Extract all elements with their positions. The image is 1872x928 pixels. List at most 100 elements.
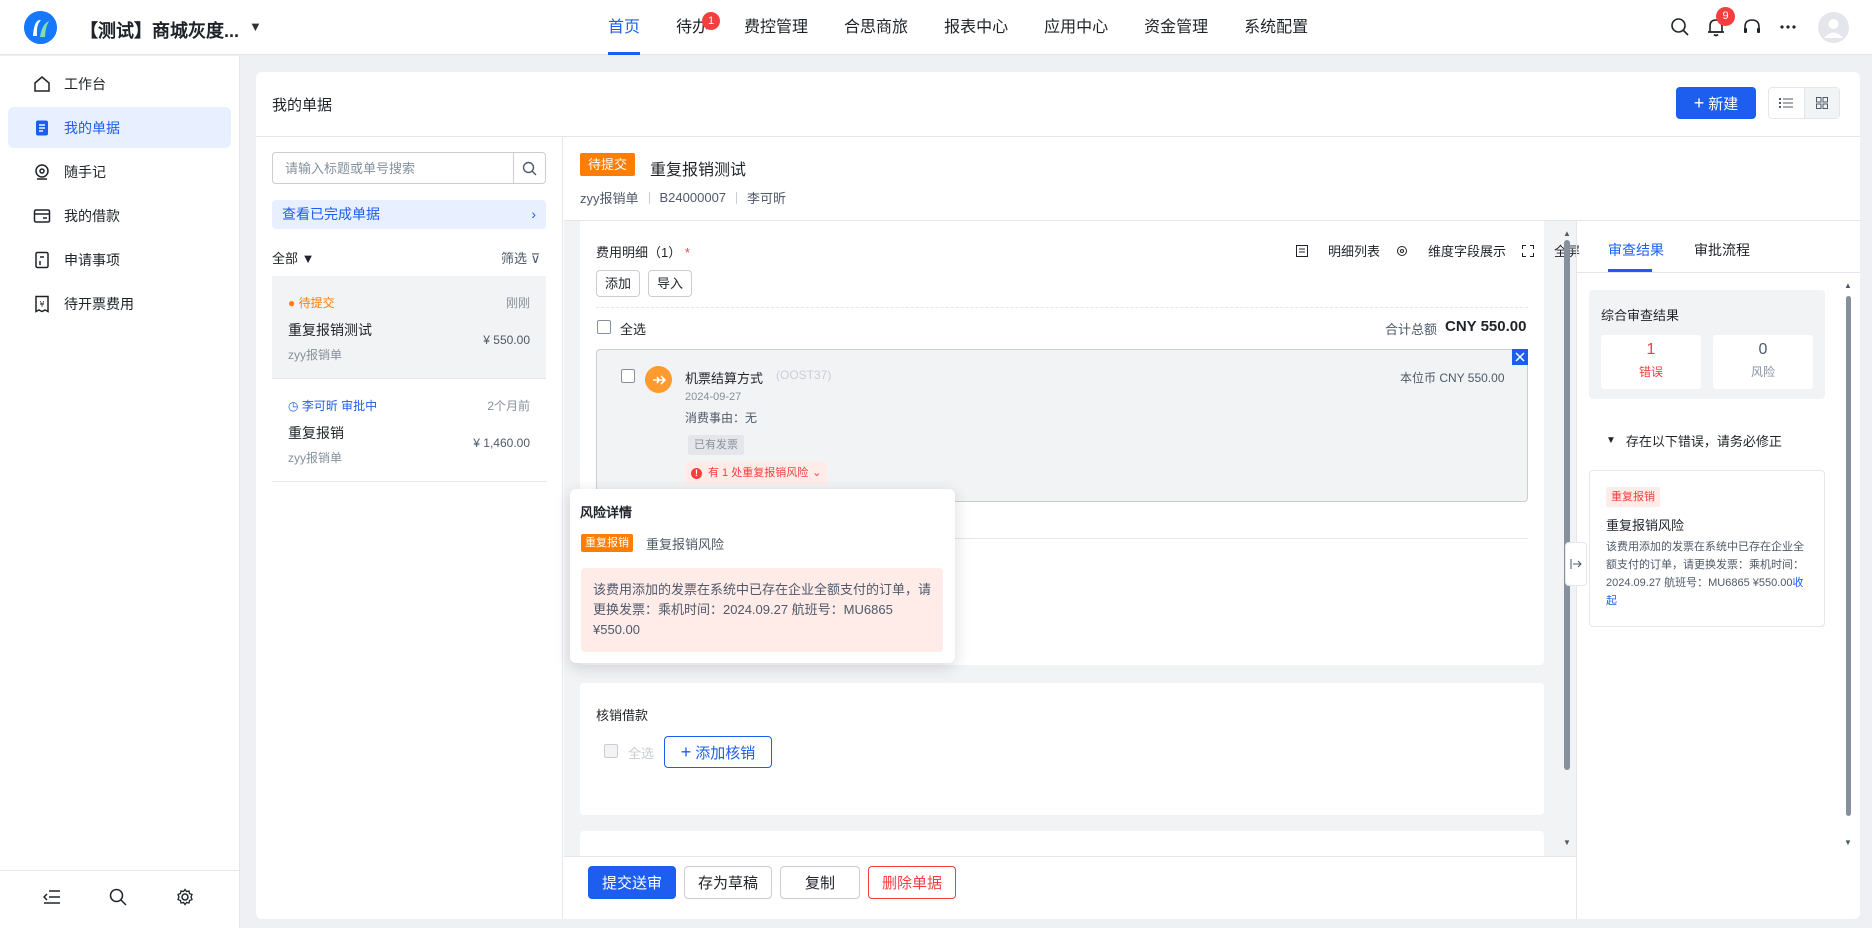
divider: [596, 307, 1528, 308]
sidebar-item-requests[interactable]: 申请事项: [8, 239, 231, 280]
list-item[interactable]: ● 待提交 刚刚 重复报销测试 ¥ 550.00 zyy报销单: [272, 276, 546, 379]
risk-label: 风险: [1750, 365, 1775, 379]
grid-view-icon[interactable]: [1803, 88, 1839, 118]
nav-apps[interactable]: 应用中心: [1044, 0, 1108, 55]
list-view-icon[interactable]: [1769, 88, 1804, 118]
import-expense-button[interactable]: 导入: [648, 270, 693, 297]
nav-todo[interactable]: 待办 1: [676, 0, 721, 55]
list-item-type: zyy报销单: [288, 348, 343, 362]
error-description: 该费用添加的发票在系统中已存在企业全额支付的订单，请更换发票：乘机时间：2024…: [1606, 541, 1804, 607]
sidebar-item-workbench[interactable]: 工作台: [8, 63, 231, 104]
scrollbar-thumb[interactable]: [1564, 240, 1570, 770]
plus-icon: +: [680, 741, 692, 762]
search-input[interactable]: [273, 153, 513, 183]
chevron-right-icon: ›: [531, 206, 536, 222]
new-button[interactable]: + 新建: [1676, 87, 1756, 119]
request-icon: [32, 250, 52, 270]
gear-icon: [1397, 245, 1408, 256]
next-section: [580, 831, 1544, 856]
loan-verify-label: 核销借款: [596, 708, 649, 723]
risk-count-box[interactable]: 0 风险: [1713, 335, 1813, 389]
fullscreen-button[interactable]: 全屏: [1522, 241, 1580, 260]
sidebar-item-label: 随手记: [64, 163, 106, 180]
settings-icon[interactable]: [176, 888, 194, 906]
caret-down-icon: ▼: [1606, 435, 1616, 446]
scroll-down-icon[interactable]: ▼: [1563, 838, 1571, 847]
document-owner: 李可昕: [747, 191, 787, 206]
risk-chip[interactable]: ! 有 1 处重复报销风险 ⌄: [685, 462, 828, 484]
verify-select-all-label: 全选: [628, 746, 655, 761]
page-title: 我的单据: [272, 97, 333, 114]
nav-reports[interactable]: 报表中心: [944, 0, 1008, 55]
scroll-down-icon[interactable]: ▼: [1844, 838, 1852, 847]
filter-button[interactable]: 筛选 ⊽: [501, 248, 540, 267]
add-expense-button[interactable]: 添加: [596, 270, 641, 297]
status-badge: 待提交: [580, 153, 636, 176]
nav-expense-control[interactable]: 费控管理: [744, 0, 808, 55]
list-item-type: zyy报销单: [288, 451, 343, 465]
save-draft-button[interactable]: 存为草稿: [684, 866, 772, 899]
list-icon: [1296, 244, 1308, 257]
more-icon[interactable]: [1776, 15, 1800, 39]
error-count-box[interactable]: 1 错误: [1601, 335, 1701, 389]
wallet-icon: [32, 206, 52, 226]
add-verify-button[interactable]: + 添加核销: [664, 736, 772, 768]
nav-home[interactable]: 首页: [608, 0, 641, 55]
sidebar-item-notes[interactable]: 随手记: [8, 151, 231, 192]
risk-count: 0: [1758, 341, 1768, 358]
panel-collapse-icon[interactable]: [1565, 542, 1587, 586]
nav-label: 费控管理: [744, 19, 809, 36]
headset-icon[interactable]: [1740, 15, 1764, 39]
sidebar-item-pending-invoices[interactable]: ¥ 待开票费用: [8, 283, 231, 324]
risk-tag: 重复报销: [581, 534, 633, 552]
list-item-title: 重复报销测试: [288, 322, 372, 338]
search-icon[interactable]: [1668, 15, 1692, 39]
copy-button[interactable]: 复制: [780, 866, 860, 899]
review-scrollbar-thumb[interactable]: [1846, 296, 1851, 816]
status-badge: ◷ 李可昕 审批中: [288, 399, 378, 413]
error-section-toggle[interactable]: ▼ 存在以下错误，请务必修正: [1606, 431, 1782, 450]
tab-approval-flow[interactable]: 审批流程: [1694, 240, 1750, 260]
list-item[interactable]: ◷ 李可昕 审批中 2个月前 重复报销 ¥ 1,460.00 zyy报销单: [272, 379, 546, 482]
nav-travel[interactable]: 合思商旅: [844, 0, 908, 55]
search-icon[interactable]: [109, 888, 127, 906]
completed-documents-link[interactable]: 查看已完成单据 ›: [272, 200, 546, 229]
caret-down-icon[interactable]: ▼: [249, 19, 262, 34]
chevron-down-icon: ⌄: [812, 467, 822, 479]
sidebar-item-loans[interactable]: 我的借款: [8, 195, 231, 236]
list-item-time: 刚刚: [505, 296, 530, 310]
nav-label: 报表中心: [944, 19, 1009, 36]
sidebar-item-label: 申请事项: [64, 251, 120, 268]
plane-icon: [645, 366, 672, 393]
document-meta: zyy报销单 B24000007 李可昕: [580, 188, 786, 207]
scroll-up-icon[interactable]: ▲: [1563, 229, 1571, 238]
search-button[interactable]: [513, 153, 545, 183]
error-count: 1: [1646, 341, 1656, 358]
verify-select-all-checkbox: [604, 744, 618, 758]
nav-funds[interactable]: 资金管理: [1144, 0, 1208, 55]
avatar[interactable]: [1818, 12, 1849, 43]
expense-section-label: 费用明细（1） *: [596, 245, 690, 260]
caret-down-icon: ▼: [301, 251, 315, 266]
filter-all-dropdown[interactable]: 全部 ▼: [272, 248, 315, 267]
view-toggle: [1768, 87, 1840, 119]
popup-title: 风险详情: [580, 505, 633, 520]
tab-review-results[interactable]: 审查结果: [1608, 240, 1664, 260]
sidebar-item-label: 待开票费用: [64, 295, 134, 312]
close-icon[interactable]: [1512, 349, 1528, 365]
submit-button[interactable]: 提交送审: [588, 866, 676, 899]
delete-button[interactable]: 删除单据: [868, 866, 956, 899]
expense-checkbox[interactable]: [621, 369, 635, 383]
app-title[interactable]: 【测试】商城灰度...: [80, 17, 239, 43]
app-logo[interactable]: [24, 11, 57, 44]
sidebar-item-label: 工作台: [64, 75, 106, 92]
collapse-icon[interactable]: [43, 889, 61, 905]
sidebar-item-label: 我的借款: [64, 207, 120, 224]
scroll-up-icon[interactable]: ▲: [1844, 281, 1852, 290]
filter-icon: ⊽: [530, 251, 541, 266]
detail-list-button[interactable]: 明细列表: [1296, 241, 1380, 260]
dimension-fields-button[interactable]: 维度字段展示: [1396, 241, 1506, 260]
sidebar-item-my-documents[interactable]: 我的单据: [8, 107, 231, 148]
select-all-checkbox[interactable]: [597, 320, 611, 334]
nav-settings[interactable]: 系统配置: [1244, 0, 1308, 55]
